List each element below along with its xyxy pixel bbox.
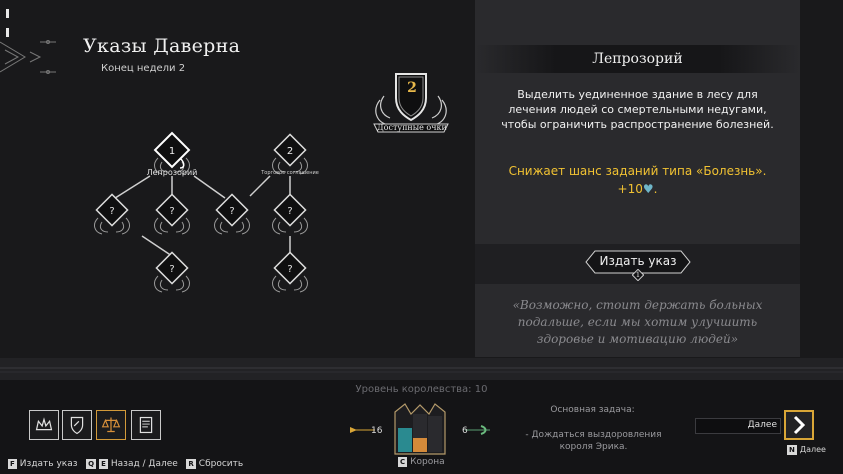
crown-tab-icon[interactable] [29, 410, 59, 440]
decree-cost: 2 [287, 146, 293, 157]
key-hints: F Издать указ Q E Назад / Далее R Сбросить [8, 459, 243, 469]
hint-text: Назад / Далее [110, 459, 178, 469]
week-subtitle: Конец недели 2 [101, 63, 186, 74]
effect-text: Снижает шанс заданий типа «Болезнь». [508, 164, 767, 178]
effect-value: +10 [617, 182, 643, 196]
next-caption: N Далее [787, 445, 826, 455]
next-caption-text: Далее [799, 445, 826, 454]
effect-end: . [653, 182, 658, 196]
scales-tab-icon[interactable] [96, 410, 126, 440]
scroll-tab-icon[interactable] [131, 410, 161, 440]
shield-tab-icon[interactable] [62, 410, 92, 440]
next-button[interactable] [784, 410, 814, 440]
key-hint: Q [86, 459, 97, 469]
crown-label: C Корона [398, 457, 445, 467]
issue-cost: 1 [635, 271, 641, 279]
heart-icon: ♥ [642, 182, 654, 196]
locked-mark: ? [229, 206, 234, 217]
locked-mark: ? [287, 206, 292, 217]
decree-quote: «Возможно, стоит держать больных подальш… [512, 298, 763, 346]
locked-mark: ? [109, 206, 114, 217]
ornament-icon [0, 40, 56, 74]
panel-title: Лепрозорий [592, 51, 683, 67]
pause-icon[interactable] [6, 3, 14, 37]
decree-label: Лепрозорий [147, 168, 198, 177]
decree-effect: Снижает шанс заданий типа «Болезнь». +10… [495, 162, 780, 198]
main-task-label: Основная задача: [550, 405, 635, 415]
key-hint: C [398, 457, 408, 467]
locked-mark: ? [287, 264, 292, 275]
decree-label: Торговое соглашение [260, 170, 319, 176]
key-hint: N [787, 445, 797, 455]
points-value: 2 [407, 80, 417, 96]
crown-label-text: Корона [410, 457, 445, 467]
kingdom-level: Уровень королевства: 10 [355, 384, 488, 395]
decree-description: Выделить уединенное здание в лесу для ле… [501, 88, 774, 131]
locked-mark: ? [169, 206, 174, 217]
page-title: Указы Даверна [83, 35, 241, 57]
crown-left-value: 16 [371, 426, 383, 436]
key-hint: R [186, 459, 196, 469]
issue-decree-label[interactable]: Издать указ [585, 254, 691, 268]
decree-cost: 1 [169, 146, 175, 157]
crown-right-value: 6 [462, 426, 468, 436]
points-label: Доступные очки [377, 123, 447, 132]
key-hint: E [99, 459, 108, 469]
locked-mark: ? [169, 264, 174, 275]
next-pill-label: Далее [747, 420, 777, 430]
decree-tree: 1 2 Лепрозорий Торговое соглашение ? ? ?… [94, 131, 319, 293]
main-task-text: - Дождаться выздоровления короля Эрика. [525, 430, 662, 452]
effect-value-row: +10♥. [495, 180, 780, 198]
crown-gauge [350, 403, 490, 455]
chevron-right-icon [793, 415, 806, 435]
hint-text: Издать указ [19, 459, 78, 469]
bar-separator [0, 358, 843, 380]
hint-text: Сбросить [198, 459, 244, 469]
key-hint: F [8, 459, 17, 469]
